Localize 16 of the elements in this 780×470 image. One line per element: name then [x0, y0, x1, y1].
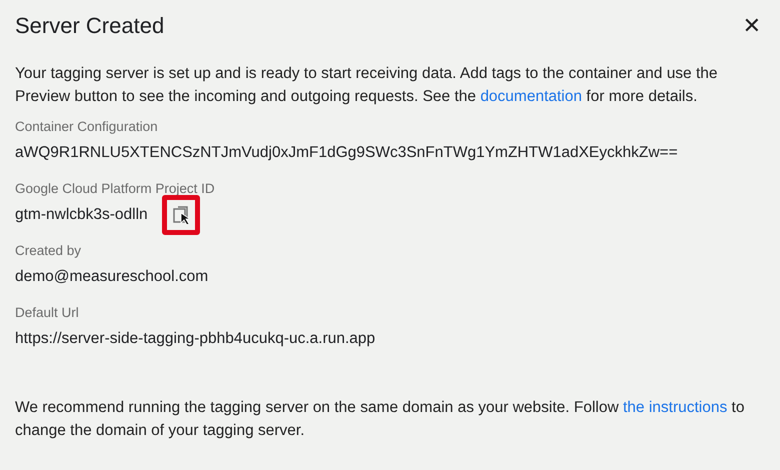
copy-icon [172, 206, 189, 224]
recommendation-paragraph: We recommend running the tagging server on the same domain as your website. Follow the instructions to change the domain of your tagging server. [15, 398, 746, 441]
field-label: Google Cloud Platform Project ID [15, 180, 216, 198]
field-label: Created by [15, 242, 82, 260]
field-label: Container Configuration [15, 118, 159, 136]
dialog-title: Server Created [15, 13, 164, 39]
field-value: aWQ9R1RNLU5XTENCSzNTJmVudj0xJmF1dGg9SWc3SnFnTWg1YmZHTW1adXEyckhkZw== [15, 144, 678, 162]
documentation-link[interactable]: documentation [480, 88, 582, 105]
field-value: https://server-side-tagging-pbhb4ucukq-uc.a.run.app [15, 330, 376, 348]
field-label: Default Url [15, 304, 80, 322]
instructions-link[interactable]: the instructions [622, 399, 728, 416]
field-value: gtm-nwlcbk3s-odlln [15, 206, 148, 224]
field-value: demo@measureschool.com [15, 268, 208, 286]
intro-paragraph: Your tagging server is set up and is ready to start receiving data. Add tags to the container and use the Preview button to see the incoming and outgoing requests. See the documentation for more details. [15, 64, 719, 107]
close-button[interactable]: ✕ [738, 14, 765, 38]
copy-button[interactable] [162, 195, 200, 235]
